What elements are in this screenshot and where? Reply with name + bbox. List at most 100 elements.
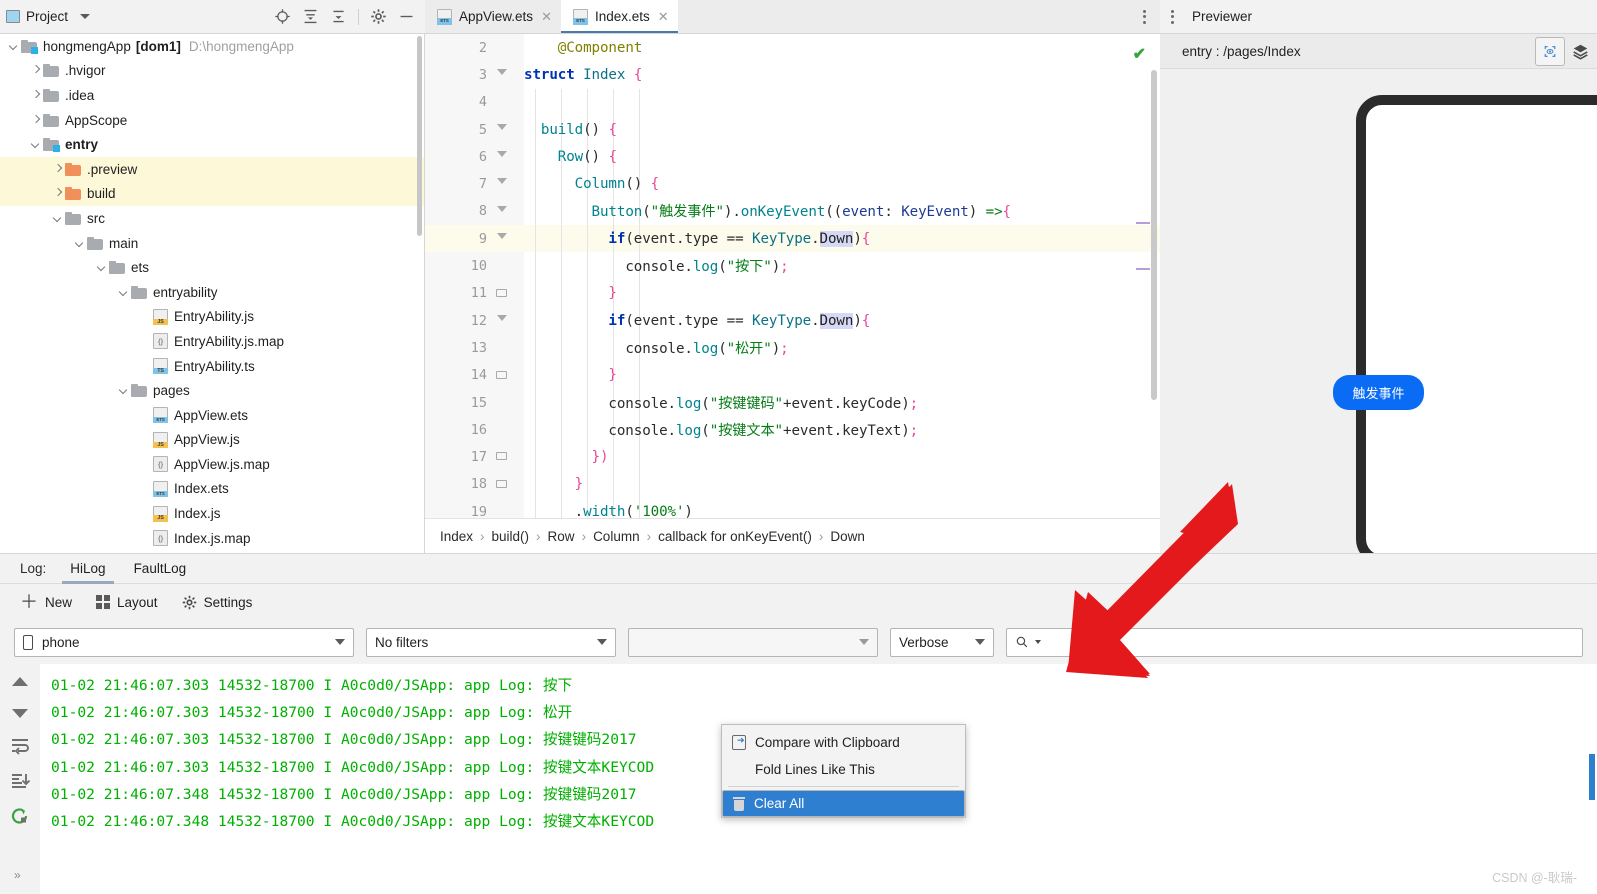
inspector-icon[interactable] xyxy=(1535,36,1565,66)
log-search-input[interactable] xyxy=(1006,627,1583,657)
tree-node-preview[interactable]: .preview xyxy=(0,156,424,182)
chevron-right-icon[interactable] xyxy=(30,89,43,102)
fold-collapse-icon[interactable] xyxy=(495,61,509,88)
tree-node-main[interactable]: main xyxy=(0,231,424,256)
device-select[interactable]: phone xyxy=(14,627,354,657)
code-line[interactable]: 8 Button("触发事件").onKeyEvent((event: KeyE… xyxy=(425,197,1160,226)
breadcrumb-item[interactable]: Index xyxy=(440,529,473,544)
previewer-more-button[interactable] xyxy=(1160,9,1185,24)
breadcrumb-item[interactable]: build() xyxy=(492,529,530,544)
project-panel-title-group[interactable]: Project xyxy=(6,9,91,24)
fold-end-icon[interactable] xyxy=(495,471,509,498)
code-line[interactable]: 4 xyxy=(425,88,1160,116)
chevron-down-icon[interactable] xyxy=(118,286,131,299)
chevron-right-icon[interactable] xyxy=(52,163,65,176)
tree-node-entryability[interactable]: entryability xyxy=(0,280,424,305)
scroll-up-icon[interactable] xyxy=(10,675,30,689)
code-line[interactable]: 19 .width('100%') xyxy=(425,498,1160,518)
log-level-select[interactable]: Verbose xyxy=(890,627,994,657)
new-log-tab-button[interactable]: ＋ New xyxy=(10,592,82,613)
log-tab-hilog[interactable]: HiLog xyxy=(56,553,119,584)
restart-icon[interactable] xyxy=(10,807,30,826)
fold-collapse-icon[interactable] xyxy=(495,170,509,197)
fold-collapse-icon[interactable] xyxy=(495,225,509,252)
tree-node-index-ets[interactable]: Index.ets xyxy=(0,477,424,502)
code-line[interactable]: 14 } xyxy=(425,361,1160,389)
log-vertical-scrollbar[interactable] xyxy=(1589,754,1595,800)
log-line[interactable]: 01-02 21:46:07.303 14532-18700 I A0c0d0/… xyxy=(40,672,1597,699)
expand-tool-window-button[interactable]: » xyxy=(14,868,21,882)
fold-collapse-icon[interactable] xyxy=(495,198,509,225)
chevron-right-icon[interactable] xyxy=(30,64,43,77)
code-line[interactable]: 5 build() { xyxy=(425,115,1160,144)
fold-collapse-icon[interactable] xyxy=(495,116,509,143)
tree-node-build[interactable]: build xyxy=(0,181,424,207)
tree-node-ets[interactable]: ets xyxy=(0,255,424,280)
code-lines[interactable]: 2 @Component 3 struct Index {4 5 build() {6… xyxy=(425,34,1160,518)
tree-node-entry[interactable]: entry xyxy=(0,132,424,157)
tree-node-hongmengapp[interactable]: hongmengApp [dom1] D:\hongmengApp xyxy=(0,34,424,59)
log-tab-faultlog[interactable]: FaultLog xyxy=(120,553,201,584)
chevron-down-icon[interactable] xyxy=(8,40,21,53)
tree-node-idea[interactable]: .idea xyxy=(0,83,424,108)
code-line[interactable]: 3 struct Index { xyxy=(425,61,1160,88)
code-line[interactable]: 13 console.log("松开"); xyxy=(425,334,1160,362)
chevron-down-icon[interactable] xyxy=(30,138,43,151)
breadcrumb-item[interactable]: callback for onKeyEvent() xyxy=(658,529,812,544)
fold-end-icon[interactable] xyxy=(495,443,509,470)
breadcrumb[interactable]: Index › build() › Row › Column › callback for on… xyxy=(425,518,1160,553)
breadcrumb-item[interactable]: Row xyxy=(548,529,575,544)
scroll-to-end-icon[interactable] xyxy=(10,772,30,790)
close-icon[interactable]: ✕ xyxy=(541,9,552,25)
editor-tab-index-ets[interactable]: Index.ets ✕ xyxy=(560,0,678,33)
code-line[interactable]: 6 Row() { xyxy=(425,143,1160,171)
code-line[interactable]: 15 console.log("按键键码"+event.keyCode); xyxy=(425,388,1160,417)
log-horizontal-scrollbar[interactable] xyxy=(40,886,1597,894)
chevron-down-icon[interactable] xyxy=(52,212,65,225)
settings-gear-icon[interactable] xyxy=(370,8,387,25)
tree-node-entryability-ts[interactable]: EntryAbility.ts xyxy=(0,354,424,379)
tree-node-hvigor[interactable]: .hvigor xyxy=(0,59,424,84)
scroll-down-icon[interactable] xyxy=(10,706,30,720)
menu-item-compare-with-clipboard[interactable]: Compare with Clipboard xyxy=(722,729,965,756)
log-settings-button[interactable]: Settings xyxy=(172,592,263,613)
log-line[interactable]: 01-02 21:46:07.303 14532-18700 I A0c0d0/… xyxy=(40,699,1597,726)
fold-collapse-icon[interactable] xyxy=(495,307,509,334)
process-select[interactable] xyxy=(628,627,878,657)
tree-node-appview-ets[interactable]: AppView.ets xyxy=(0,403,424,428)
tree-node-appview-js[interactable]: AppView.js xyxy=(0,428,424,453)
menu-item-fold-lines-like-this[interactable]: Fold Lines Like This xyxy=(722,756,965,783)
tree-node-index-js-map[interactable]: Index.js.map xyxy=(0,526,424,551)
tree-node-appscope[interactable]: AppScope xyxy=(0,108,424,133)
fold-end-icon[interactable] xyxy=(495,280,509,307)
collapse-all-icon[interactable] xyxy=(330,8,347,25)
layers-icon[interactable] xyxy=(1565,38,1595,64)
preview-trigger-button[interactable]: 触发事件 xyxy=(1333,375,1424,410)
editor-scrollbar[interactable] xyxy=(1151,70,1157,400)
code-line[interactable]: 9 if(event.type == KeyType.Down){ xyxy=(425,225,1160,253)
chevron-down-icon[interactable] xyxy=(74,237,87,250)
soft-wrap-icon[interactable] xyxy=(10,737,30,755)
tree-node-entryability-js-map[interactable]: EntryAbility.js.map xyxy=(0,329,424,354)
project-tree-scrollbar[interactable] xyxy=(417,36,422,236)
close-icon[interactable]: ✕ xyxy=(658,9,669,25)
previewer-canvas[interactable]: 触发事件 xyxy=(1160,69,1597,553)
locate-icon[interactable] xyxy=(274,8,291,25)
code-line[interactable]: 11 } xyxy=(425,279,1160,307)
tree-node-appview-js-map[interactable]: AppView.js.map xyxy=(0,452,424,477)
minimize-icon[interactable] xyxy=(398,8,415,25)
code-line[interactable]: 2 @Component xyxy=(425,34,1160,61)
breadcrumb-item[interactable]: Down xyxy=(830,529,865,544)
chevron-down-icon[interactable] xyxy=(118,384,131,397)
log-context-menu[interactable]: Compare with Clipboard Fold Lines Like T… xyxy=(721,724,966,818)
project-tree[interactable]: hongmengApp [dom1] D:\hongmengApp .hvigor .i… xyxy=(0,34,425,553)
editor-more-button[interactable] xyxy=(1143,0,1160,33)
chevron-down-icon[interactable] xyxy=(96,261,109,274)
filter-select[interactable]: No filters xyxy=(366,627,616,657)
code-line[interactable]: 10 console.log("按下"); xyxy=(425,252,1160,280)
tree-node-index-js[interactable]: Index.js xyxy=(0,501,424,526)
search-dropdown-icon[interactable] xyxy=(1035,640,1041,644)
editor-tab-appview-ets[interactable]: AppView.ets ✕ xyxy=(425,0,561,33)
tree-node-entryability-js[interactable]: EntryAbility.js xyxy=(0,305,424,330)
code-line[interactable]: 18 } xyxy=(425,470,1160,499)
